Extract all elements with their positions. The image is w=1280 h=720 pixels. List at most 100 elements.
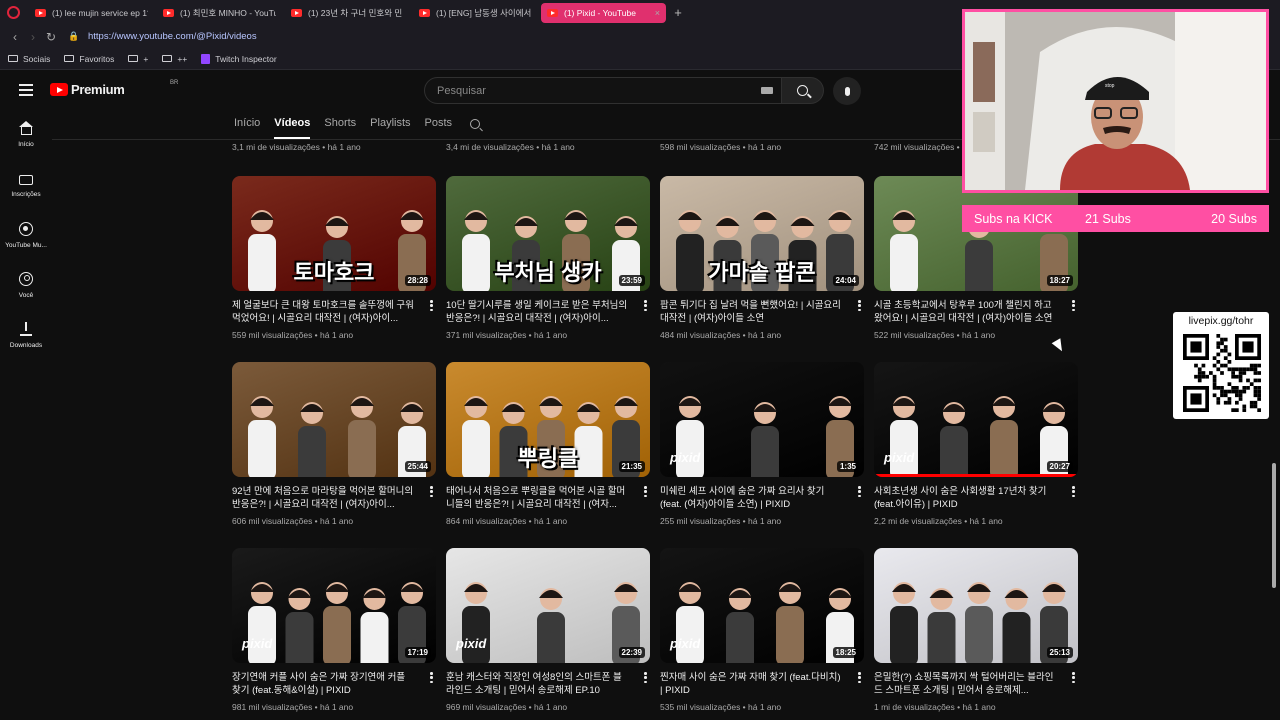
video-title[interactable]: 훈남 캐스터와 직장인 여성8인의 스마트폰 블라인드 소개팅 | 믿어서 송로… <box>446 671 630 697</box>
video-thumbnail[interactable]: 25:13 <box>874 548 1078 663</box>
bookmark-item[interactable]: Sociais <box>8 54 50 64</box>
channel-search-icon[interactable] <box>470 119 481 129</box>
browser-tab[interactable]: (1) lee mujin service ep 1? <box>29 3 154 23</box>
channel-tab[interactable]: Posts <box>425 117 453 139</box>
video-title[interactable]: 팝콘 튀기다 집 날려 먹을 뻔했어요! | 시골요리 대작전 | (여자)아이… <box>660 299 844 325</box>
sidebar-item[interactable]: Início <box>0 111 52 161</box>
url-field[interactable]: https://www.youtube.com/@Pixid/videos <box>88 31 257 42</box>
scrollbar-thumb[interactable] <box>1272 463 1276 588</box>
video-meta: 535 mil visualizações • há 1 ano <box>660 702 782 712</box>
bookmark-item[interactable]: + <box>128 54 148 64</box>
more-options-icon[interactable] <box>1072 300 1076 313</box>
channel-tab[interactable]: Shorts <box>324 117 356 139</box>
video-card[interactable]: pixid 1:35 미쉐린 셰프 사이에 숨은 가짜 요리사 찾기 (feat. … <box>660 362 864 526</box>
bookmark-label: ++ <box>177 53 188 64</box>
video-title[interactable]: 10단 딸기시루를 생일 케이크로 받은 부처님의 반응은?! | 시골요리 대… <box>446 299 630 325</box>
browser-tab[interactable]: (1) [ENG] 남동생 사이에서 <box>413 3 538 23</box>
search-input[interactable]: Pesquisar <box>424 77 782 104</box>
video-title[interactable]: 92년 만에 처음으로 마라탕을 먹어본 할머니의 반응은?! | 시골요리 대… <box>232 485 416 511</box>
bookmark-item[interactable]: Twitch Inspector <box>201 53 277 64</box>
keyboard-icon[interactable] <box>761 87 773 94</box>
more-options-icon[interactable] <box>858 300 862 313</box>
search-bar: Pesquisar <box>424 77 824 104</box>
voice-search-button[interactable] <box>833 77 861 105</box>
channel-tab[interactable]: Vídeos <box>274 117 311 139</box>
video-thumbnail[interactable]: pixid 1:35 <box>660 362 864 477</box>
close-tab-icon[interactable]: × <box>651 8 660 18</box>
video-thumbnail[interactable]: 토마호크 28:28 <box>232 176 436 291</box>
qr-code-image <box>1183 334 1261 412</box>
bookmark-item[interactable]: Favoritos <box>64 54 114 64</box>
video-title[interactable]: 장기연애 커플 사이 숨은 가짜 장기연애 커플 찾기 (feat.동해&이설)… <box>232 671 416 697</box>
reload-icon[interactable]: ↻ <box>42 30 60 44</box>
video-meta: 598 mil visualizações • há 1 ano <box>660 142 782 152</box>
bookmark-label: Favoritos <box>79 53 115 64</box>
back-icon[interactable]: ‹ <box>6 30 24 44</box>
sidebar-item[interactable]: Inscrições <box>0 161 52 211</box>
video-thumbnail[interactable]: pixid 18:25 <box>660 548 864 663</box>
video-title[interactable]: 시골 초등학교에서 탕후루 100개 챌린지 하고 왔어요! | 시골요리 대작… <box>874 299 1058 325</box>
video-duration: 18:27 <box>1046 275 1073 286</box>
new-tab-button[interactable]: + <box>670 5 686 21</box>
search-button[interactable] <box>782 77 824 104</box>
video-duration: 25:44 <box>404 461 431 472</box>
more-options-icon[interactable] <box>858 486 862 499</box>
sidebar-item[interactable]: Você <box>0 261 52 311</box>
video-card[interactable]: 18:27 시골 초등학교에서 탕후루 100개 챌린지 하고 왔어요! | 시골… <box>874 176 1078 340</box>
video-thumbnail[interactable]: 25:44 <box>232 362 436 477</box>
more-options-icon[interactable] <box>430 672 434 685</box>
video-title[interactable]: 제 얼굴보다 큰 대왕 토마호크를 솥뚜껑에 구워 먹었어요! | 시골요리 대… <box>232 299 416 325</box>
bookmark-label: Twitch Inspector <box>215 53 277 64</box>
video-card[interactable]: pixid 18:25 찐자매 사이 숨은 가짜 자매 찾기 (feat.다비치) … <box>660 548 864 712</box>
video-title[interactable]: 찐자매 사이 숨은 가짜 자매 찾기 (feat.다비치) | PIXID <box>660 671 844 697</box>
video-card[interactable]: 25:13 은밀한(?) 쇼핑목록까지 싹 털어버리는 블라인드 스마트폰 소개팅… <box>874 548 1078 712</box>
video-meta: 3,1 mi de visualizações • há 1 ano <box>232 142 361 152</box>
video-title[interactable]: 미쉐린 셰프 사이에 숨은 가짜 요리사 찾기 (feat. (여자)아이들 소… <box>660 485 844 511</box>
video-title[interactable]: 은밀한(?) 쇼핑목록까지 싹 털어버리는 블라인드 스마트폰 소개팅 | 믿어… <box>874 671 1058 697</box>
video-thumbnail[interactable]: 가마솥 팝콘 24:04 <box>660 176 864 291</box>
channel-tab[interactable]: Início <box>234 117 260 139</box>
browser-tab[interactable]: (1) 23년 차 구너 민호와 민 <box>285 3 410 23</box>
more-options-icon[interactable] <box>644 300 648 313</box>
sidebar-item[interactable]: YouTube Mu... <box>0 211 52 261</box>
video-thumbnail[interactable]: 부처님 생카 23:59 <box>446 176 650 291</box>
browser-tab[interactable]: (1) 최민호 MINHO - YouTu <box>157 3 282 23</box>
more-options-icon[interactable] <box>430 300 434 313</box>
video-thumbnail[interactable]: pixid 22:39 <box>446 548 650 663</box>
folder-icon <box>128 55 139 62</box>
more-options-icon[interactable] <box>1072 486 1076 499</box>
forward-icon[interactable]: › <box>24 30 42 44</box>
video-card[interactable]: 부처님 생카 23:59 10단 딸기시루를 생일 케이크로 받은 부처님의 반응은… <box>446 176 650 340</box>
menu-icon[interactable] <box>19 84 33 99</box>
sidebar-item[interactable]: Downloads <box>0 311 52 361</box>
browser-tab[interactable]: (1) Pixid - YouTube × <box>541 2 666 23</box>
channel-tab[interactable]: Playlists <box>370 117 410 139</box>
video-duration: 18:25 <box>832 647 859 658</box>
video-title[interactable]: 사회초년생 사이 숨은 사회생활 17년차 찾기 (feat.아이유) | PI… <box>874 485 1058 511</box>
video-card[interactable]: pixid 17:19 장기연애 커플 사이 숨은 가짜 장기연애 커플 찾기 (f… <box>232 548 436 712</box>
more-options-icon[interactable] <box>644 486 648 499</box>
more-options-icon[interactable] <box>644 672 648 685</box>
youtube-logo[interactable]: Premium BR <box>50 80 178 97</box>
more-options-icon[interactable] <box>430 486 434 499</box>
video-thumbnail[interactable]: 18:27 <box>874 176 1078 291</box>
bookmark-item[interactable]: ++ <box>162 54 187 64</box>
video-card[interactable]: 뿌링클 21:35 태어나서 처음으로 뿌링클을 먹어본 시골 할머니들의 반응은?… <box>446 362 650 526</box>
video-card[interactable]: 토마호크 28:28 제 얼굴보다 큰 대왕 토마호크를 솥뚜껑에 구워 먹었어요!… <box>232 176 436 340</box>
more-options-icon[interactable] <box>858 672 862 685</box>
video-card[interactable]: 25:44 92년 만에 처음으로 마라탕을 먹어본 할머니의 반응은?! | 시… <box>232 362 436 526</box>
opera-logo-icon[interactable] <box>0 0 26 25</box>
more-options-icon[interactable] <box>1072 672 1076 685</box>
video-title[interactable]: 태어나서 처음으로 뿌링클을 먹어본 시골 할머니들의 반응은?! | 시골요리… <box>446 485 630 511</box>
video-thumbnail[interactable]: pixid 17:19 <box>232 548 436 663</box>
video-duration: 23:59 <box>618 275 645 286</box>
video-card[interactable]: pixid 22:39 훈남 캐스터와 직장인 여성8인의 스마트폰 블라인드 소개… <box>446 548 650 712</box>
video-card[interactable]: 가마솥 팝콘 24:04 팝콘 튀기다 집 날려 먹을 뻔했어요! | 시골요리 대… <box>660 176 864 340</box>
video-thumbnail[interactable]: 뿌링클 21:35 <box>446 362 650 477</box>
qr-label: livepix.gg/tohr <box>1188 315 1254 327</box>
video-card[interactable]: pixid 20:27 사회초년생 사이 숨은 사회생활 17년차 찾기 (feat… <box>874 362 1078 526</box>
video-meta: 606 mil visualizações • há 1 ano <box>232 516 354 526</box>
pixid-logo: pixid <box>670 636 701 651</box>
video-thumbnail[interactable]: pixid 20:27 <box>874 362 1078 477</box>
search-icon <box>797 85 808 96</box>
